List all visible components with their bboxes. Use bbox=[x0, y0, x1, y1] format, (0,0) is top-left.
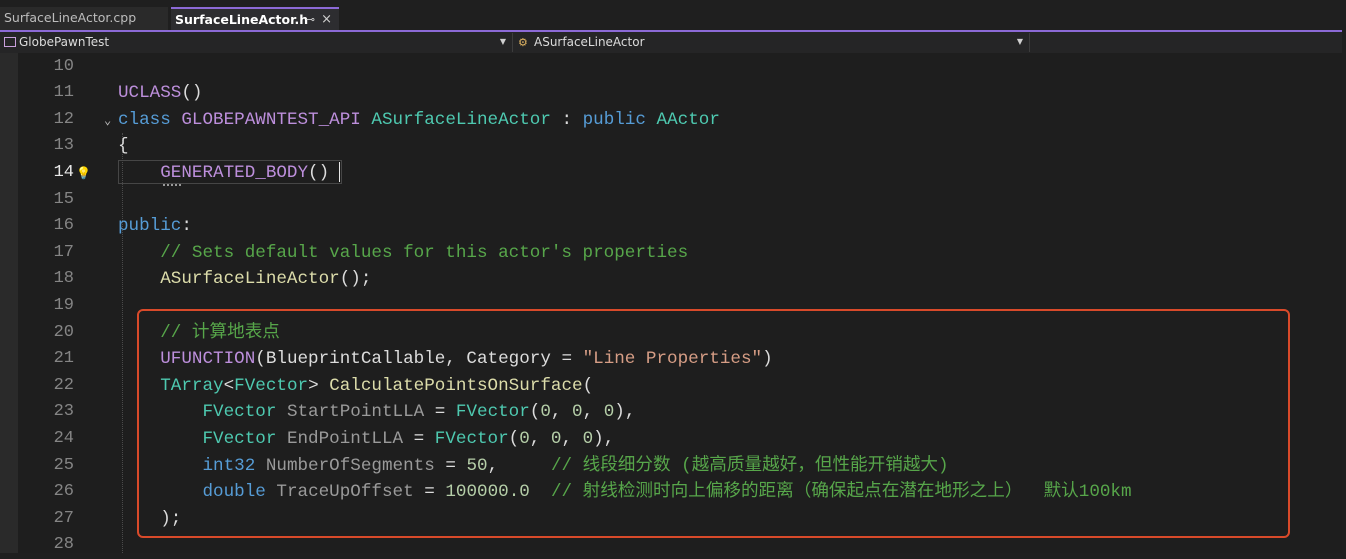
chevron-down-icon: ▼ bbox=[1016, 37, 1023, 46]
code-line-13[interactable]: 13 { bbox=[0, 133, 1346, 160]
code-text[interactable]: { bbox=[118, 133, 129, 160]
tab-surfacelineactor-cpp[interactable]: SurfaceLineActor.cpp bbox=[0, 7, 168, 30]
line-number: 16 bbox=[53, 216, 74, 236]
code-line-11[interactable]: 11 UCLASS() bbox=[0, 80, 1346, 107]
code-token: : bbox=[181, 216, 192, 237]
code-token: UCLASS bbox=[118, 83, 182, 104]
code-token: () bbox=[308, 162, 330, 183]
code-editor[interactable]: 10 11 UCLASS() 12 ⌄ class GLOBEPAWNTEST_API A… bbox=[0, 53, 1346, 554]
code-token: public bbox=[118, 216, 182, 237]
project-dropdown[interactable]: GlobePawnTest ▼ bbox=[0, 33, 513, 52]
project-icon bbox=[4, 37, 16, 47]
code-token: : bbox=[550, 109, 583, 130]
line-number: 23 bbox=[53, 402, 74, 422]
code-line-12[interactable]: 12 ⌄ class GLOBEPAWNTEST_API ASurfaceLineA… bbox=[0, 107, 1346, 134]
document-tab-strip: SurfaceLineActor.cpp SurfaceLineActor.h … bbox=[0, 0, 1346, 30]
code-text[interactable]: UCLASS() bbox=[118, 80, 202, 107]
line-number: 19 bbox=[53, 295, 74, 315]
line-number: 15 bbox=[53, 189, 74, 209]
code-line-15[interactable]: 15 bbox=[0, 187, 1346, 214]
code-token: { bbox=[118, 136, 129, 157]
code-line-16[interactable]: 16 public: bbox=[0, 213, 1346, 240]
project-dropdown-value: GlobePawnTest bbox=[19, 35, 110, 49]
pin-icon[interactable]: ⊸ bbox=[306, 9, 315, 31]
line-number: 10 bbox=[53, 56, 74, 76]
code-text[interactable]: ASurfaceLineActor(); bbox=[118, 266, 371, 293]
code-text[interactable]: public: bbox=[118, 213, 192, 240]
code-line-14[interactable]: 14 💡 GENERATED_BODY() bbox=[0, 160, 1346, 187]
code-token: (); bbox=[339, 269, 372, 290]
code-token: ASurfaceLineActor bbox=[371, 109, 551, 130]
navigation-bar: GlobePawnTest ▼ ⚙ ASurfaceLineActor ▼ bbox=[0, 32, 1346, 53]
close-icon[interactable]: × bbox=[321, 9, 332, 31]
code-line-18[interactable]: 18 ASurfaceLineActor(); bbox=[0, 266, 1346, 293]
code-line-10[interactable]: 10 bbox=[0, 54, 1346, 81]
line-number: 26 bbox=[53, 482, 74, 502]
code-token: ASurfaceLineActor bbox=[160, 269, 340, 290]
line-number: 20 bbox=[53, 322, 74, 342]
line-number: 24 bbox=[53, 428, 74, 448]
code-token: GENERATED_BODY bbox=[160, 162, 309, 183]
code-token: public bbox=[582, 109, 646, 130]
line-number: 28 bbox=[53, 535, 74, 555]
line-number: 18 bbox=[53, 269, 74, 289]
line-number: 11 bbox=[53, 83, 74, 103]
tab-label: SurfaceLineActor.h bbox=[175, 12, 309, 27]
tab-surfacelineactor-h[interactable]: SurfaceLineActor.h ⊸ × bbox=[171, 7, 339, 30]
line-number: 14 bbox=[53, 162, 74, 182]
scope-dropdown[interactable]: ⚙ ASurfaceLineActor ▼ bbox=[516, 33, 1030, 52]
red-highlight-box bbox=[137, 309, 1290, 538]
scope-dropdown-value: ASurfaceLineActor bbox=[534, 35, 645, 49]
code-token: AActor bbox=[656, 109, 720, 130]
tab-label: SurfaceLineActor.cpp bbox=[4, 10, 137, 25]
code-token: // Sets default values for this actor's … bbox=[160, 242, 689, 263]
code-token: GLOBEPAWNTEST_API bbox=[181, 109, 361, 130]
code-token: () bbox=[181, 83, 203, 104]
code-text[interactable]: GENERATED_BODY() bbox=[118, 160, 329, 187]
chevron-down-icon: ▼ bbox=[499, 37, 506, 46]
line-number: 13 bbox=[53, 136, 74, 156]
code-text[interactable]: // Sets default values for this actor's … bbox=[118, 240, 688, 267]
window-edge bbox=[1342, 0, 1346, 553]
member-dropdown[interactable] bbox=[1033, 33, 1346, 52]
code-token: class bbox=[118, 109, 171, 130]
line-number: 21 bbox=[53, 349, 74, 369]
code-line-17[interactable]: 17 // Sets default values for this actor… bbox=[0, 240, 1346, 267]
line-number: 25 bbox=[53, 455, 74, 475]
line-number: 17 bbox=[53, 242, 74, 262]
line-number: 22 bbox=[53, 375, 74, 395]
fold-chevron-icon[interactable]: ⌄ bbox=[104, 107, 111, 134]
lightbulb-icon[interactable]: 💡 bbox=[76, 164, 91, 182]
code-text[interactable]: class GLOBEPAWNTEST_API ASurfaceLineActo… bbox=[118, 107, 720, 134]
class-icon: ⚙ bbox=[518, 36, 528, 49]
line-number: 27 bbox=[53, 508, 74, 528]
line-number: 12 bbox=[53, 109, 74, 129]
